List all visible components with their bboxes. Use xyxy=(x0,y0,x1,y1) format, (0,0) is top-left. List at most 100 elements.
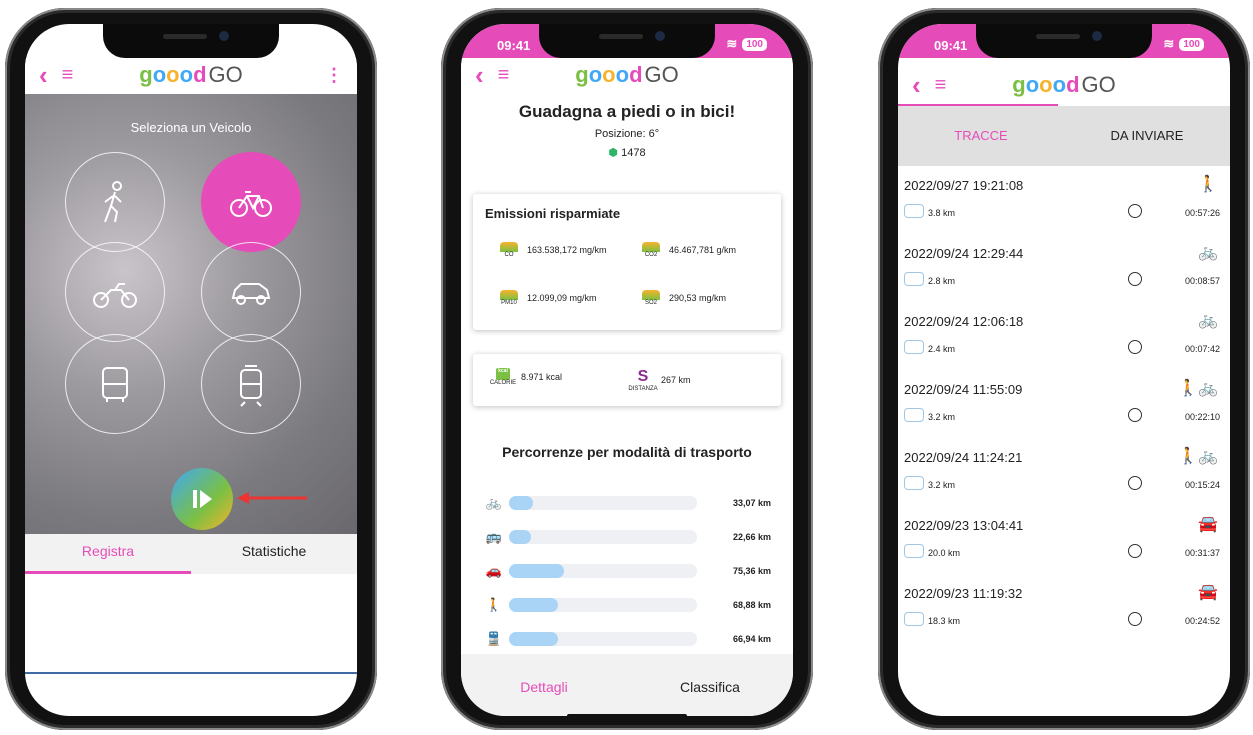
route-icon xyxy=(904,204,924,218)
menu-icon[interactable]: ≡ xyxy=(498,65,510,85)
battery-badge: 100 xyxy=(742,37,767,51)
track-row[interactable]: 2022/09/23 13:04:41 🚘 20.0 km 00:31:37 xyxy=(904,510,1224,578)
car-icon: 🚗 xyxy=(485,563,503,578)
menu-icon[interactable]: ≡ xyxy=(62,65,74,85)
track-distance: 20.0 km xyxy=(928,548,961,558)
track-date: 2022/09/27 19:21:08 xyxy=(904,178,1024,193)
mode-distance: 66,94 km xyxy=(732,634,771,644)
emissions-card: Emissioni risparmiate CO 163.538,172 mg/k… xyxy=(473,194,781,330)
screen-statistiche: 09:41 ≋ 100 ‹ ≡ g o o o d GO Guadagna a piedi … xyxy=(461,24,793,716)
points-badge: ⬢ 1478 xyxy=(608,147,646,159)
emission-co: CO 163.538,172 mg/km xyxy=(497,242,607,258)
mode-row-bus: 🚌 22,66 km xyxy=(483,528,771,546)
route-icon xyxy=(904,272,924,286)
track-row[interactable]: 2022/09/27 19:21:08 🚶 3.8 km 00:57:26 xyxy=(904,170,1224,238)
start-recording-button[interactable] xyxy=(171,468,233,530)
walk-icon: 🚶 xyxy=(485,597,503,612)
track-mode-icons: 🚘 xyxy=(1198,584,1218,601)
mode-bar xyxy=(509,496,533,510)
emission-pm10: PM10 12.099,09 mg/km xyxy=(497,290,597,306)
notch xyxy=(103,24,279,58)
phone-frame-1: ‹ ≡ gooodGO ⋮ Seleziona un Veicolo xyxy=(5,8,377,730)
track-row[interactable]: 2022/09/23 11:19:32 🚘 18.3 km 00:24:52 xyxy=(904,578,1224,646)
track-date: 2022/09/24 12:29:44 xyxy=(904,246,1024,261)
more-icon[interactable]: ⋮ xyxy=(325,65,343,86)
totals-card: kcal CALORIE 8.971 kcal S DISTANZA 267 km xyxy=(473,354,781,406)
train-icon: 🚆 xyxy=(485,631,503,646)
distance-total: S DISTANZA 267 km xyxy=(628,368,691,392)
track-date: 2022/09/23 13:04:41 xyxy=(904,518,1024,533)
leaf-icon xyxy=(500,290,518,300)
wifi-icon: ≋ xyxy=(726,36,738,51)
route-icon xyxy=(904,544,924,558)
mode-distance: 22,66 km xyxy=(732,532,771,542)
tab-classifica[interactable]: Classifica xyxy=(627,654,793,716)
goodgo-logo: g o o o d GO xyxy=(1012,72,1116,97)
vehicle-tram-button[interactable] xyxy=(201,334,301,434)
bus-icon xyxy=(102,367,128,402)
clock-icon xyxy=(1128,544,1142,558)
track-duration: 00:57:26 xyxy=(1184,208,1220,218)
tab-statistiche[interactable]: Statistiche xyxy=(191,534,357,574)
mode-bar xyxy=(509,632,558,646)
tab-da-inviare[interactable]: DA INVIARE xyxy=(1064,106,1230,166)
vehicle-bike-button[interactable] xyxy=(201,152,301,252)
vehicle-walk-button[interactable] xyxy=(65,152,165,252)
track-row[interactable]: 2022/09/24 12:06:18 🚲 2.4 km 00:07:42 xyxy=(904,306,1224,374)
track-row[interactable]: 2022/09/24 11:24:21 🚶🚲 3.2 km 00:15:24 xyxy=(904,442,1224,510)
ranking-position: Posizione: 6° xyxy=(594,128,660,140)
tab-dettagli[interactable]: Dettagli xyxy=(461,654,627,716)
track-duration: 00:07:42 xyxy=(1184,344,1220,354)
mode-bar xyxy=(509,564,564,578)
modes-title: Percorrenze per modalità di trasporto xyxy=(502,444,752,460)
track-mode-icons: 🚶 xyxy=(1198,176,1218,193)
select-vehicle-title: Seleziona un Veicolo xyxy=(130,120,252,135)
clock-icon xyxy=(1128,204,1142,218)
back-icon[interactable]: ‹ xyxy=(39,62,48,88)
mode-distance: 33,07 km xyxy=(732,498,771,508)
kcal-icon: kcal xyxy=(496,368,510,380)
clock-icon xyxy=(1128,408,1142,422)
track-duration: 00:08:57 xyxy=(1184,276,1220,286)
leaf-icon xyxy=(500,242,518,252)
mode-distance: 75,36 km xyxy=(732,566,771,576)
screen-registra: ‹ ≡ gooodGO ⋮ Seleziona un Veicolo xyxy=(25,24,357,716)
track-duration: 00:22:10 xyxy=(1184,412,1220,422)
bike-icon xyxy=(230,191,272,217)
bus-icon: 🚌 xyxy=(485,529,503,544)
phone-frame-3: 09:41 ≋ 100 ‹ ≡ g o o o d GO TRACCE DA INVIARE… xyxy=(878,8,1250,730)
track-date: 2022/09/23 11:19:32 xyxy=(904,586,1023,601)
mode-bar xyxy=(509,530,531,544)
status-time: 09:41 xyxy=(497,38,531,53)
leaf-icon xyxy=(642,242,660,252)
back-icon[interactable]: ‹ xyxy=(912,72,921,98)
tram-icon xyxy=(240,365,262,407)
track-mode-icons: 🚘 xyxy=(1198,516,1218,533)
track-mode-icons: 🚶🚲 xyxy=(1178,448,1218,465)
track-duration: 00:24:52 xyxy=(1184,616,1220,626)
phone-frame-2: 09:41 ≋ 100 ‹ ≡ g o o o d GO Guadagna a piedi … xyxy=(441,8,813,730)
tab-tracce[interactable]: TRACCE xyxy=(898,106,1064,166)
route-icon xyxy=(904,408,924,422)
status-time: 09:41 xyxy=(934,38,968,53)
back-icon[interactable]: ‹ xyxy=(475,62,484,88)
track-distance: 2.8 km xyxy=(928,276,956,286)
track-date: 2022/09/24 11:55:09 xyxy=(904,382,1023,397)
mode-row-car: 🚗 75,36 km xyxy=(483,562,771,580)
menu-icon[interactable]: ≡ xyxy=(935,75,947,95)
bottom-tabs: Dettagli Classifica xyxy=(461,654,793,716)
vehicle-car-button[interactable] xyxy=(201,242,301,342)
track-row[interactable]: 2022/09/24 12:29:44 🚲 2.8 km 00:08:57 xyxy=(904,238,1224,306)
tab-registra[interactable]: Registra xyxy=(25,534,191,574)
goodgo-logo: g o o o d GO xyxy=(139,62,243,87)
track-row[interactable]: 2022/09/24 11:55:09 🚶🚲 3.2 km 00:22:10 xyxy=(904,374,1224,442)
clock-icon xyxy=(1128,272,1142,286)
track-mode-icons: 🚲 xyxy=(1198,312,1218,329)
vehicle-motorbike-button[interactable] xyxy=(65,242,165,342)
track-distance: 18.3 km xyxy=(928,616,961,626)
clock-icon xyxy=(1128,340,1142,354)
vehicle-bus-button[interactable] xyxy=(65,334,165,434)
track-duration: 00:31:37 xyxy=(1184,548,1220,558)
screen-tracce: 09:41 ≋ 100 ‹ ≡ g o o o d GO TRACCE DA INVIARE… xyxy=(898,24,1230,716)
route-icon xyxy=(904,612,924,626)
